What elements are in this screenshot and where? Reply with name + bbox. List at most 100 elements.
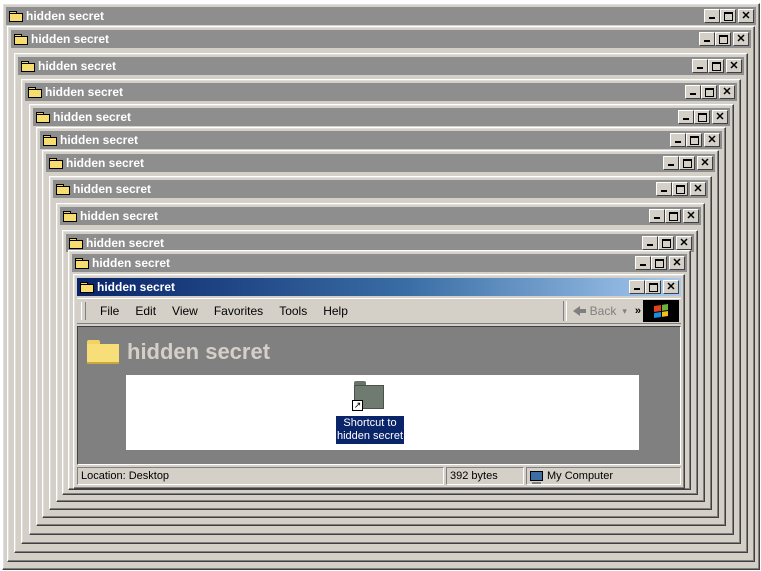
minimize-button[interactable] bbox=[670, 133, 686, 147]
close-icon: ✕ bbox=[666, 281, 676, 293]
status-size: 392 bytes bbox=[446, 467, 524, 485]
maximize-icon bbox=[669, 212, 678, 221]
maximize-button[interactable] bbox=[665, 209, 681, 223]
maximize-icon bbox=[649, 283, 658, 292]
maximize-icon bbox=[705, 88, 714, 97]
close-button[interactable]: ✕ bbox=[683, 209, 699, 223]
minimize-icon bbox=[647, 244, 653, 246]
minimize-button[interactable] bbox=[635, 256, 651, 270]
minimize-button[interactable] bbox=[663, 156, 679, 170]
close-button[interactable]: ✕ bbox=[738, 9, 754, 23]
menu-bar: File Edit View Favorites Tools Help Back ▾ » bbox=[77, 298, 681, 324]
minimize-button[interactable] bbox=[642, 236, 658, 250]
maximize-icon bbox=[719, 35, 728, 44]
folder-icon bbox=[75, 257, 89, 269]
maximize-button[interactable] bbox=[651, 256, 667, 270]
menu-item[interactable]: View bbox=[164, 304, 206, 318]
menu-item[interactable]: File bbox=[92, 304, 127, 318]
maximize-button[interactable] bbox=[686, 133, 702, 147]
maximize-button[interactable] bbox=[658, 236, 674, 250]
window-controls: ✕ bbox=[642, 236, 692, 250]
minimize-button[interactable] bbox=[692, 59, 708, 73]
minimize-button[interactable] bbox=[678, 110, 694, 124]
close-button[interactable]: ✕ bbox=[719, 85, 735, 99]
maximize-button[interactable] bbox=[679, 156, 695, 170]
status-zone-label: My Computer bbox=[547, 470, 614, 482]
menu-item[interactable]: Favorites bbox=[206, 304, 271, 318]
folder-icon bbox=[36, 111, 50, 123]
title-bar[interactable]: hidden secret ✕ bbox=[53, 180, 708, 198]
close-button[interactable]: ✕ bbox=[704, 133, 720, 147]
minimize-button[interactable] bbox=[704, 9, 720, 23]
title-bar[interactable]: hidden secret ✕ bbox=[6, 7, 756, 25]
title-bar[interactable]: hidden secret ✕ bbox=[72, 254, 687, 272]
minimize-icon bbox=[654, 217, 660, 219]
folder-icon bbox=[56, 183, 70, 195]
title-bar[interactable]: hidden secret ✕ bbox=[33, 108, 730, 126]
window-title: hidden secret bbox=[53, 110, 132, 124]
minimize-button[interactable] bbox=[656, 182, 672, 196]
menu-item[interactable]: Help bbox=[315, 304, 356, 318]
close-button[interactable]: ✕ bbox=[726, 59, 742, 73]
close-button[interactable]: ✕ bbox=[712, 110, 728, 124]
window-controls: ✕ bbox=[629, 280, 679, 294]
menu-item[interactable]: Tools bbox=[271, 304, 315, 318]
back-label: Back bbox=[589, 304, 617, 318]
close-icon: ✕ bbox=[700, 157, 710, 169]
minimize-icon bbox=[683, 118, 689, 120]
folder-icon bbox=[49, 157, 63, 169]
toolbar-overflow-button[interactable]: » bbox=[635, 305, 641, 317]
maximize-button[interactable] bbox=[715, 32, 731, 46]
window-controls: ✕ bbox=[656, 182, 706, 196]
close-icon: ✕ bbox=[741, 10, 751, 22]
minimize-icon bbox=[640, 264, 646, 266]
minimize-icon bbox=[697, 67, 703, 69]
title-bar[interactable]: hidden secret ✕ bbox=[60, 207, 701, 225]
close-icon: ✕ bbox=[679, 237, 689, 249]
window-title: hidden secret bbox=[60, 133, 139, 147]
window-title: hidden secret bbox=[97, 280, 176, 294]
file-list[interactable]: ↗ Shortcut to hidden secret bbox=[126, 375, 639, 450]
maximize-button[interactable] bbox=[708, 59, 724, 73]
maximize-icon bbox=[655, 259, 664, 268]
folder-icon bbox=[9, 10, 23, 22]
file-item-label[interactable]: Shortcut to hidden secret bbox=[336, 416, 404, 444]
title-bar[interactable]: hidden secret ✕ bbox=[11, 30, 751, 48]
maximize-button[interactable] bbox=[694, 110, 710, 124]
close-icon: ✕ bbox=[715, 111, 725, 123]
folder-shortcut-icon[interactable]: ↗ bbox=[352, 381, 386, 411]
maximize-button[interactable] bbox=[701, 85, 717, 99]
minimize-button[interactable] bbox=[629, 280, 645, 294]
explorer-window[interactable]: hidden secret ✕ File Edit View Favorites Tools… bbox=[73, 274, 685, 489]
maximize-button[interactable] bbox=[672, 182, 688, 196]
close-button[interactable]: ✕ bbox=[733, 32, 749, 46]
minimize-button[interactable] bbox=[699, 32, 715, 46]
folder-view[interactable]: hidden secret ↗ Shortcut to hidden secret bbox=[77, 326, 681, 465]
minimize-button[interactable] bbox=[685, 85, 701, 99]
close-button[interactable]: ✕ bbox=[690, 182, 706, 196]
window-title: hidden secret bbox=[86, 236, 165, 250]
title-bar[interactable]: hidden secret ✕ bbox=[25, 83, 737, 101]
close-button[interactable]: ✕ bbox=[669, 256, 685, 270]
menu-item[interactable]: Edit bbox=[127, 304, 164, 318]
maximize-button[interactable] bbox=[645, 280, 661, 294]
close-button[interactable]: ✕ bbox=[697, 156, 713, 170]
minimize-button[interactable] bbox=[649, 209, 665, 223]
title-bar[interactable]: hidden secret ✕ bbox=[46, 154, 715, 172]
window-controls: ✕ bbox=[670, 133, 720, 147]
title-bar[interactable]: hidden secret ✕ bbox=[40, 131, 722, 149]
back-button[interactable]: Back ▾ bbox=[567, 304, 633, 318]
dropdown-arrow-icon[interactable]: ▾ bbox=[622, 306, 627, 317]
folder-title: hidden secret bbox=[127, 339, 271, 364]
minimize-icon bbox=[661, 190, 667, 192]
maximize-button[interactable] bbox=[720, 9, 736, 23]
close-button[interactable]: ✕ bbox=[663, 280, 679, 294]
minimize-icon bbox=[709, 17, 715, 19]
window-controls: ✕ bbox=[663, 156, 713, 170]
maximize-icon bbox=[683, 159, 692, 168]
toolbar-grip[interactable] bbox=[81, 302, 86, 320]
title-bar[interactable]: hidden secret ✕ bbox=[77, 278, 681, 296]
title-bar[interactable]: hidden secret ✕ bbox=[18, 57, 744, 75]
close-button[interactable]: ✕ bbox=[676, 236, 692, 250]
maximize-icon bbox=[690, 136, 699, 145]
